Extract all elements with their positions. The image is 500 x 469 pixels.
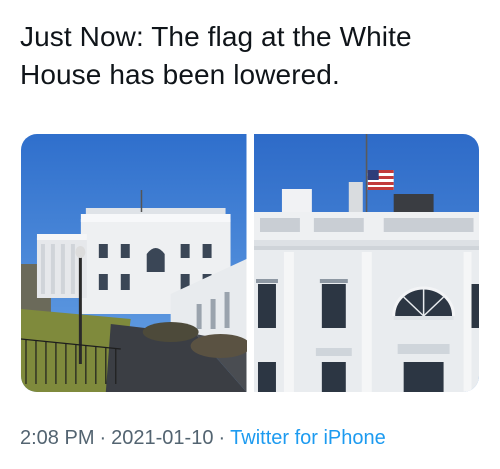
tweet-source-link[interactable]: Twitter for iPhone [230, 427, 386, 449]
tweet-meta: 2:08 PM · 2021-01-10 · Twitter for iPhone [20, 424, 386, 452]
meta-separator: · [99, 427, 107, 449]
tweet-time[interactable]: 2:08 PM [20, 427, 94, 449]
half-staff-flag [367, 170, 394, 190]
tweet-date[interactable]: 2021-01-10 [111, 427, 213, 449]
tweet-text: Just Now: The flag at the White House ha… [20, 21, 412, 90]
white-house-half-staff-flag-photo [253, 134, 479, 392]
media-grid [21, 134, 479, 392]
media-photo-1[interactable] [21, 134, 247, 392]
white-house-exterior-photo [21, 134, 247, 392]
media-photo-2[interactable] [253, 134, 479, 392]
meta-separator-2: · [218, 427, 226, 449]
